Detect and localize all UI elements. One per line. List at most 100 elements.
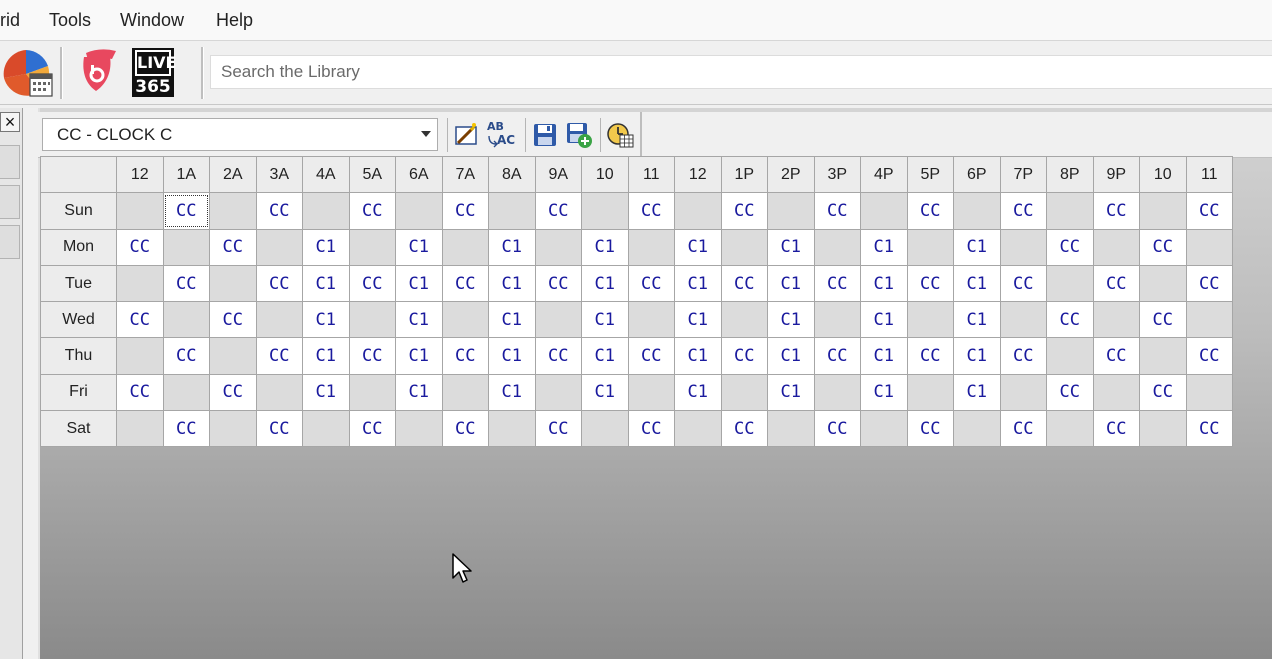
hour-header[interactable]: 6P — [953, 155, 1001, 194]
grid-cell[interactable]: C1 — [860, 301, 908, 339]
grid-cell[interactable]: CC — [255, 337, 303, 375]
grid-cell[interactable] — [813, 301, 861, 339]
day-header[interactable]: Fri — [40, 373, 117, 412]
hour-header[interactable]: 7P — [999, 155, 1047, 194]
grid-cell[interactable]: C1 — [860, 264, 908, 303]
grid-cell[interactable] — [348, 228, 396, 266]
hour-header[interactable]: 5A — [348, 155, 396, 194]
grid-cell[interactable]: CC — [720, 192, 768, 230]
grid-cell[interactable] — [348, 301, 396, 339]
hour-header[interactable]: 12 — [674, 155, 722, 194]
menu-grid[interactable]: rid — [0, 10, 20, 31]
grid-cell[interactable] — [1139, 192, 1187, 230]
grid-cell[interactable]: CC — [209, 373, 257, 412]
grid-cell[interactable]: CC — [627, 192, 675, 230]
grid-cell[interactable]: C1 — [767, 373, 815, 412]
grid-cell[interactable]: C1 — [302, 301, 350, 339]
grid-cell[interactable] — [534, 301, 582, 339]
grid-cell[interactable]: CC — [906, 264, 954, 303]
grid-cell[interactable]: CC — [813, 337, 861, 375]
grid-cell[interactable] — [767, 410, 815, 448]
grid-cell[interactable] — [1092, 373, 1140, 412]
grid-cell[interactable] — [581, 410, 629, 448]
grid-cell[interactable]: C1 — [674, 228, 722, 266]
grid-cell[interactable]: C1 — [302, 337, 350, 375]
hour-header[interactable]: 10 — [1139, 155, 1187, 194]
grid-cell[interactable] — [116, 192, 164, 230]
side-tab-2[interactable] — [0, 185, 20, 219]
menu-tools[interactable]: Tools — [49, 10, 91, 31]
grid-cell[interactable] — [767, 192, 815, 230]
grid-cell[interactable]: C1 — [395, 301, 443, 339]
grid-cell[interactable] — [627, 228, 675, 266]
grid-cell[interactable] — [720, 373, 768, 412]
grid-cell[interactable] — [906, 373, 954, 412]
grid-cell[interactable]: C1 — [302, 373, 350, 412]
grid-cell[interactable] — [348, 373, 396, 412]
hour-header[interactable]: 3A — [255, 155, 303, 194]
grid-cell[interactable]: C1 — [953, 228, 1001, 266]
grid-cell[interactable] — [953, 192, 1001, 230]
grid-cell[interactable] — [1139, 410, 1187, 448]
edit-wand-icon[interactable] — [450, 118, 482, 151]
grid-cell[interactable] — [674, 192, 722, 230]
grid-cell[interactable]: C1 — [674, 337, 722, 375]
hour-header[interactable]: 6A — [395, 155, 443, 194]
grid-cell[interactable] — [255, 301, 303, 339]
grid-cell[interactable]: C1 — [581, 264, 629, 303]
grid-cell[interactable]: CC — [1046, 301, 1094, 339]
grid-cell[interactable]: CC — [162, 410, 210, 448]
hour-header[interactable]: 4A — [302, 155, 350, 194]
grid-cell[interactable] — [1046, 192, 1094, 230]
grid-cell[interactable]: C1 — [488, 228, 536, 266]
grid-cell[interactable]: CC — [441, 264, 489, 303]
grid-cell[interactable]: CC — [1139, 373, 1187, 412]
grid-cell[interactable] — [906, 301, 954, 339]
grid-cell[interactable] — [720, 228, 768, 266]
grid-cell[interactable] — [627, 301, 675, 339]
grid-cell[interactable] — [488, 192, 536, 230]
grid-cell[interactable]: CC — [627, 410, 675, 448]
grid-cell[interactable] — [162, 373, 210, 412]
grid-cell[interactable] — [395, 410, 443, 448]
grid-cell[interactable]: C1 — [953, 301, 1001, 339]
grid-cell[interactable]: CC — [1139, 301, 1187, 339]
grid-cell[interactable] — [116, 410, 164, 448]
grid-cell[interactable]: CC — [209, 301, 257, 339]
grid-cell[interactable]: CC — [999, 192, 1047, 230]
hour-header[interactable]: 4P — [860, 155, 908, 194]
grid-cell[interactable]: CC — [1185, 410, 1233, 448]
grid-cell[interactable]: C1 — [581, 373, 629, 412]
pie-chart-calendar-icon[interactable] — [2, 48, 54, 98]
grid-cell[interactable] — [255, 228, 303, 266]
grid-cell[interactable]: CC — [1092, 410, 1140, 448]
grid-cell[interactable]: C1 — [488, 337, 536, 375]
grid-cell[interactable]: CC — [441, 337, 489, 375]
hour-header[interactable]: 1A — [162, 155, 210, 194]
hour-header[interactable]: 11 — [627, 155, 675, 194]
grid-cell[interactable]: CC — [534, 264, 582, 303]
grid-cell[interactable] — [302, 410, 350, 448]
grid-cell[interactable]: CC — [813, 410, 861, 448]
grid-cell[interactable]: C1 — [767, 301, 815, 339]
grid-cell[interactable]: CC — [255, 410, 303, 448]
save-icon[interactable] — [529, 118, 561, 151]
grid-cell[interactable]: C1 — [395, 373, 443, 412]
grid-cell[interactable]: CC — [1092, 337, 1140, 375]
grid-cell[interactable]: CC — [116, 228, 164, 266]
grid-cell[interactable] — [720, 301, 768, 339]
grid-cell[interactable]: CC — [627, 337, 675, 375]
side-tab-1[interactable] — [0, 145, 20, 179]
grid-cell[interactable] — [999, 228, 1047, 266]
grid-cell[interactable] — [1092, 228, 1140, 266]
grid-cell[interactable]: C1 — [860, 228, 908, 266]
hour-header[interactable]: 2P — [767, 155, 815, 194]
hour-header[interactable]: 3P — [813, 155, 861, 194]
grid-cell[interactable]: CC — [1046, 373, 1094, 412]
day-header[interactable]: Tue — [40, 264, 117, 303]
grid-cell[interactable]: CC — [162, 264, 210, 303]
hour-header[interactable]: 5P — [906, 155, 954, 194]
grid-cell[interactable]: CC — [999, 410, 1047, 448]
day-header[interactable]: Mon — [40, 228, 117, 266]
grid-cell[interactable]: CC — [627, 264, 675, 303]
